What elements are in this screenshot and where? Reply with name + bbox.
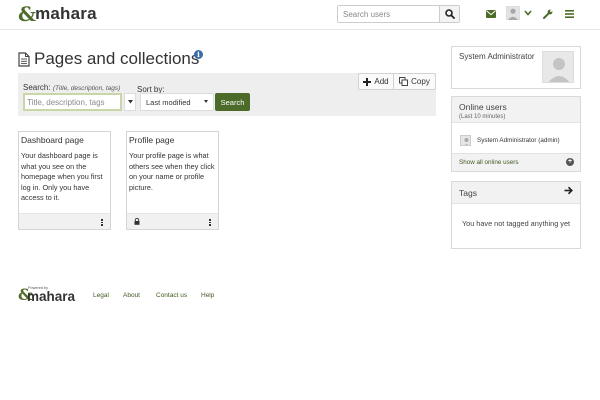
card-footer bbox=[127, 213, 218, 229]
online-users-header: Online users (Last 10 minutes) bbox=[452, 97, 580, 123]
profile-name[interactable]: System Administrator bbox=[459, 52, 535, 61]
show-all-online-users-link[interactable]: Show all online users bbox=[459, 159, 519, 166]
search-label-text: Search: bbox=[23, 83, 51, 92]
search-hint: (Title, description, tags) bbox=[52, 85, 121, 92]
search-label: Search: (Title, description, tags) bbox=[23, 83, 120, 92]
page-card-dashboard[interactable]: Dashboard page Your dashboard page is wh… bbox=[18, 131, 111, 230]
card-description: Your dashboard page is what you see on t… bbox=[21, 151, 103, 202]
sort-select[interactable]: Last modified bbox=[140, 93, 214, 111]
footer-link-contact[interactable]: Contact us bbox=[156, 292, 187, 299]
avatar[interactable] bbox=[460, 135, 471, 146]
search-submit-button[interactable]: Search bbox=[215, 93, 250, 111]
search-query-input[interactable] bbox=[23, 93, 122, 111]
sort-select-value: Last modified bbox=[146, 97, 191, 107]
user-avatar-icon bbox=[506, 6, 520, 20]
user-avatar-icon bbox=[464, 138, 469, 145]
profile-block: System Administrator bbox=[451, 46, 581, 89]
tags-empty-message: You have not tagged anything yet bbox=[461, 219, 571, 228]
online-users-footer: Show all online users + bbox=[452, 153, 580, 171]
card-title[interactable]: Dashboard page bbox=[21, 135, 84, 145]
tags-title: Tags bbox=[459, 188, 477, 198]
search-panel: Search: (Title, description, tags) Sort … bbox=[18, 73, 436, 116]
card-footer bbox=[19, 213, 110, 229]
user-menu-button[interactable] bbox=[506, 6, 532, 20]
logo-mark: & bbox=[18, 2, 37, 26]
profile-avatar[interactable] bbox=[542, 51, 574, 83]
page-title: Pages and collections bbox=[18, 49, 199, 69]
online-users-subtitle: (Last 10 minutes) bbox=[459, 114, 506, 120]
tags-block: Tags You have not tagged anything yet bbox=[451, 181, 581, 249]
footer-link-legal[interactable]: Legal bbox=[93, 292, 109, 299]
caret-down-icon bbox=[204, 100, 208, 103]
site-header: & mahara bbox=[0, 0, 600, 30]
copy-button[interactable]: Copy bbox=[394, 73, 436, 90]
online-users-title: Online users bbox=[459, 102, 507, 112]
info-icon[interactable]: i bbox=[194, 50, 203, 59]
online-users-block: Online users (Last 10 minutes) System Ad… bbox=[451, 96, 581, 172]
admin-menu-button[interactable] bbox=[543, 9, 553, 19]
mahara-logo[interactable]: & mahara bbox=[18, 4, 97, 24]
envelope-icon bbox=[486, 10, 496, 18]
logo-text: mahara bbox=[35, 4, 97, 23]
lock-icon bbox=[134, 218, 140, 225]
footer-link-help[interactable]: Help bbox=[201, 292, 214, 299]
card-description: Your profile page is what others see whe… bbox=[129, 151, 215, 192]
wrench-icon bbox=[543, 9, 553, 19]
more-options-icon[interactable] bbox=[101, 219, 103, 226]
caret-down-icon bbox=[127, 100, 133, 104]
inbox-button[interactable] bbox=[486, 10, 496, 18]
plus-circle-icon[interactable]: + bbox=[566, 158, 574, 166]
tags-header[interactable]: Tags bbox=[452, 182, 580, 204]
page-card-profile[interactable]: Profile page Your profile page is what o… bbox=[126, 131, 219, 230]
footer-logo-text: mahara bbox=[27, 289, 76, 304]
page-title-text: Pages and collections bbox=[34, 49, 200, 68]
search-button[interactable] bbox=[439, 6, 459, 22]
search-type-dropdown[interactable] bbox=[124, 93, 136, 111]
arrow-right-icon[interactable] bbox=[564, 186, 573, 195]
footer-link-about[interactable]: About bbox=[123, 292, 140, 299]
main-menu-button[interactable] bbox=[565, 10, 574, 18]
document-icon bbox=[18, 51, 30, 67]
search-users-input[interactable] bbox=[338, 6, 439, 22]
add-button[interactable]: Add bbox=[358, 73, 394, 90]
plus-icon bbox=[363, 77, 372, 86]
card-title[interactable]: Profile page bbox=[129, 135, 174, 145]
add-button-label: Add bbox=[374, 77, 389, 86]
user-search bbox=[337, 5, 460, 23]
search-icon bbox=[444, 9, 455, 19]
online-user-name[interactable]: System Administrator (admin) bbox=[477, 137, 560, 144]
copy-icon bbox=[399, 77, 409, 86]
copy-button-label: Copy bbox=[411, 77, 430, 86]
more-options-icon[interactable] bbox=[209, 219, 211, 226]
hamburger-menu-icon bbox=[565, 10, 574, 18]
avatar-placeholder-icon bbox=[548, 58, 570, 82]
chevron-down-icon bbox=[524, 10, 532, 16]
